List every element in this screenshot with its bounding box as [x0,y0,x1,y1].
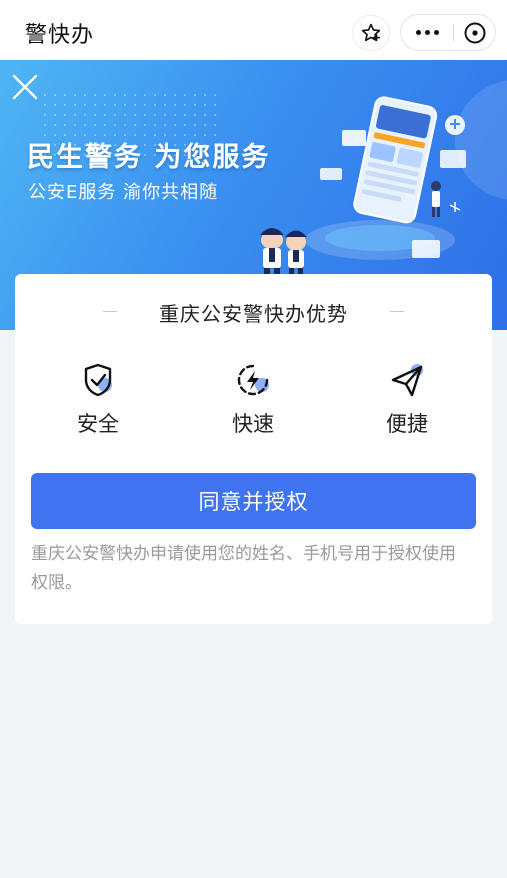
banner-subline: 公安E服务 渝你共相随 [28,182,219,203]
feature-secure: 安全 [53,360,143,438]
agree-authorize-button[interactable]: 同意并授权 [31,473,476,529]
feature-convenient: 便捷 [362,360,452,438]
favorite-button[interactable] [352,15,390,51]
star-icon [361,23,381,42]
close-miniprogram-button[interactable] [454,15,496,50]
menu-capsule [400,14,496,51]
title-right-dash [390,311,404,312]
paper-plane-icon [391,364,423,397]
more-dots-icon [415,30,439,35]
authorization-card: 重庆公安警快办优势 安全 快速 便捷 同意并授权 重庆公安警快办申请使用您的姓名… [15,274,492,624]
feature-label: 便捷 [386,412,428,436]
top-navigation-bar: 警快办 [0,0,507,60]
more-button[interactable] [401,15,453,50]
feature-label: 快速 [232,412,274,436]
banner-headline: 民生警务 为您服务 [27,142,271,173]
feature-fast: 快速 [208,360,298,438]
shield-check-icon [84,363,112,397]
close-circle-icon [464,22,486,43]
close-icon[interactable] [10,72,40,102]
card-title: 重庆公安警快办优势 [159,302,348,326]
police-service-illustration [260,96,466,278]
authorization-notice: 重庆公安警快办申请使用您的姓名、手机号用于授权使用权限。 [31,544,456,593]
window-title: 警快办 [25,23,95,48]
lightning-speed-icon [237,364,269,396]
feature-label: 安全 [77,412,119,436]
